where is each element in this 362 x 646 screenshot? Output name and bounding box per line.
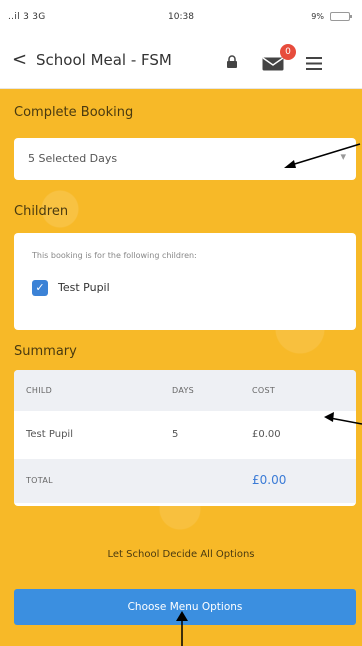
row-child: Test Pupil [26,429,73,440]
annotation-arrow-button [176,611,188,646]
complete-booking-title: Complete Booking [14,105,134,120]
status-bar: ..il 3 3G 10:38 9% [0,0,362,36]
summary-total-row: TOTAL £0.00 [14,459,356,503]
column-header-cost: COST [252,386,276,395]
children-hint: This booking is for the following childr… [32,251,197,260]
child-checkbox[interactable]: ✓ [32,280,48,296]
total-label: TOTAL [26,476,53,485]
app-header: < School Meal - FSM 0 [0,36,362,89]
page-title: School Meal - FSM [36,51,172,69]
table-row: Test Pupil 5 £0.00 [14,411,356,459]
summary-header-row: CHILD DAYS COST [14,370,356,411]
signal-indicator: ..il 3 3G [8,12,46,22]
column-header-child: CHILD [26,386,53,395]
let-school-decide-link[interactable]: Let School Decide All Options [0,549,362,560]
battery-percent: 9% [311,12,324,21]
summary-title: Summary [14,344,77,359]
total-value: £0.00 [252,473,287,487]
lock-icon[interactable] [226,54,238,73]
status-time: 10:38 [168,12,194,22]
child-name: Test Pupil [58,281,110,294]
row-days: 5 [172,429,179,440]
battery-icon [330,12,352,21]
hamburger-menu-icon[interactable] [306,55,322,74]
summary-table: CHILD DAYS COST Test Pupil 5 £0.00 TOTAL… [14,370,356,506]
selected-days-value: 5 Selected Days [28,152,118,165]
children-card: This booking is for the following childr… [14,233,356,330]
annotation-arrow-cost [324,412,362,425]
mail-badge: 0 [280,44,296,60]
annotation-arrow-days [284,143,361,168]
row-cost: £0.00 [252,429,281,440]
back-icon[interactable]: < [12,49,27,71]
children-title: Children [14,204,69,219]
mail-icon[interactable] [262,56,284,75]
column-header-days: DAYS [172,386,195,395]
